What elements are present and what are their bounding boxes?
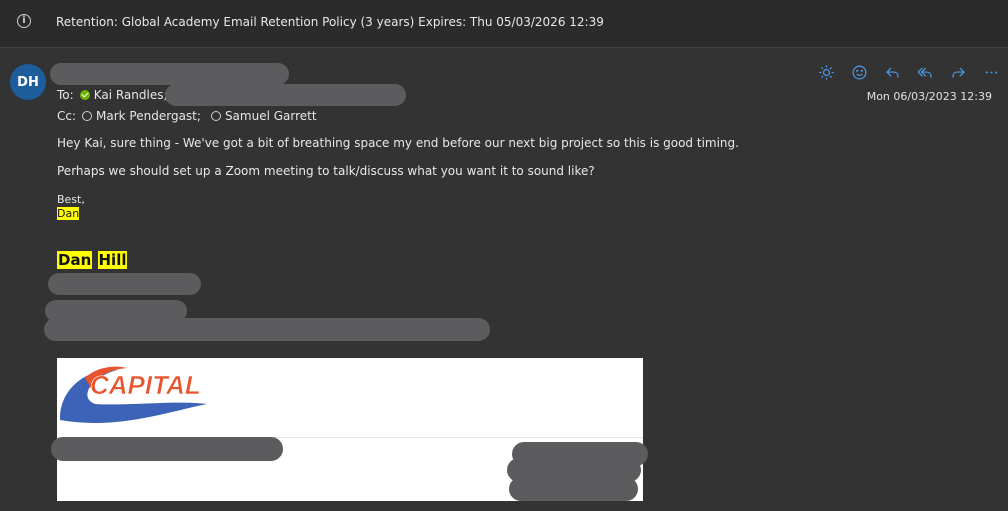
retention-banner: i Retention: Global Academy Email Retent…: [0, 0, 1008, 48]
signature-last-name: Hill: [97, 251, 128, 269]
message-date: Mon 06/03/2023 12:39: [866, 90, 992, 103]
closing: Best,: [57, 193, 85, 206]
redacted-footer-text: [51, 437, 283, 461]
capital-logo: CAPITAL: [59, 366, 207, 423]
reply-icon[interactable]: [876, 62, 909, 82]
info-icon: i: [17, 14, 31, 28]
forward-icon[interactable]: [942, 62, 975, 82]
logo-text: CAPITAL: [90, 370, 201, 400]
presence-available-icon: [79, 90, 90, 100]
redacted-recipient: [165, 84, 406, 106]
message-toolbar: [810, 62, 1008, 82]
cc-line: Cc: Mark Pendergast; Samuel Garrett: [57, 109, 317, 123]
redacted-footer-text: [509, 477, 638, 501]
redacted-sender-name: [50, 63, 289, 85]
presence-offline-icon: [82, 111, 93, 121]
to-recipient[interactable]: Kai Randles;: [94, 88, 168, 102]
cc-recipient[interactable]: Samuel Garrett: [225, 109, 317, 123]
to-line: To: Kai Randles;: [57, 88, 168, 102]
reply-all-icon[interactable]: [909, 62, 942, 82]
to-label: To:: [57, 88, 74, 102]
closing-name: Dan: [57, 207, 80, 220]
brightness-icon[interactable]: [810, 62, 843, 82]
emoji-icon[interactable]: [843, 62, 876, 82]
body-line-2: Perhaps we should set up a Zoom meeting …: [57, 164, 595, 178]
redacted-signature-line: [44, 318, 490, 341]
more-icon[interactable]: [975, 62, 1008, 82]
cc-recipient[interactable]: Mark Pendergast;: [96, 109, 201, 123]
redacted-signature-line: [48, 273, 201, 295]
signature-first-name: Dan: [57, 251, 93, 269]
sender-avatar[interactable]: DH: [10, 64, 46, 100]
body-line-1: Hey Kai, sure thing - We've got a bit of…: [57, 136, 739, 150]
highlighted-name: Dan: [57, 207, 80, 220]
retention-text: Retention: Global Academy Email Retentio…: [56, 15, 604, 29]
signature-name: Dan Hill: [57, 251, 128, 269]
presence-offline-icon: [210, 111, 221, 121]
cc-label: Cc:: [57, 109, 77, 123]
